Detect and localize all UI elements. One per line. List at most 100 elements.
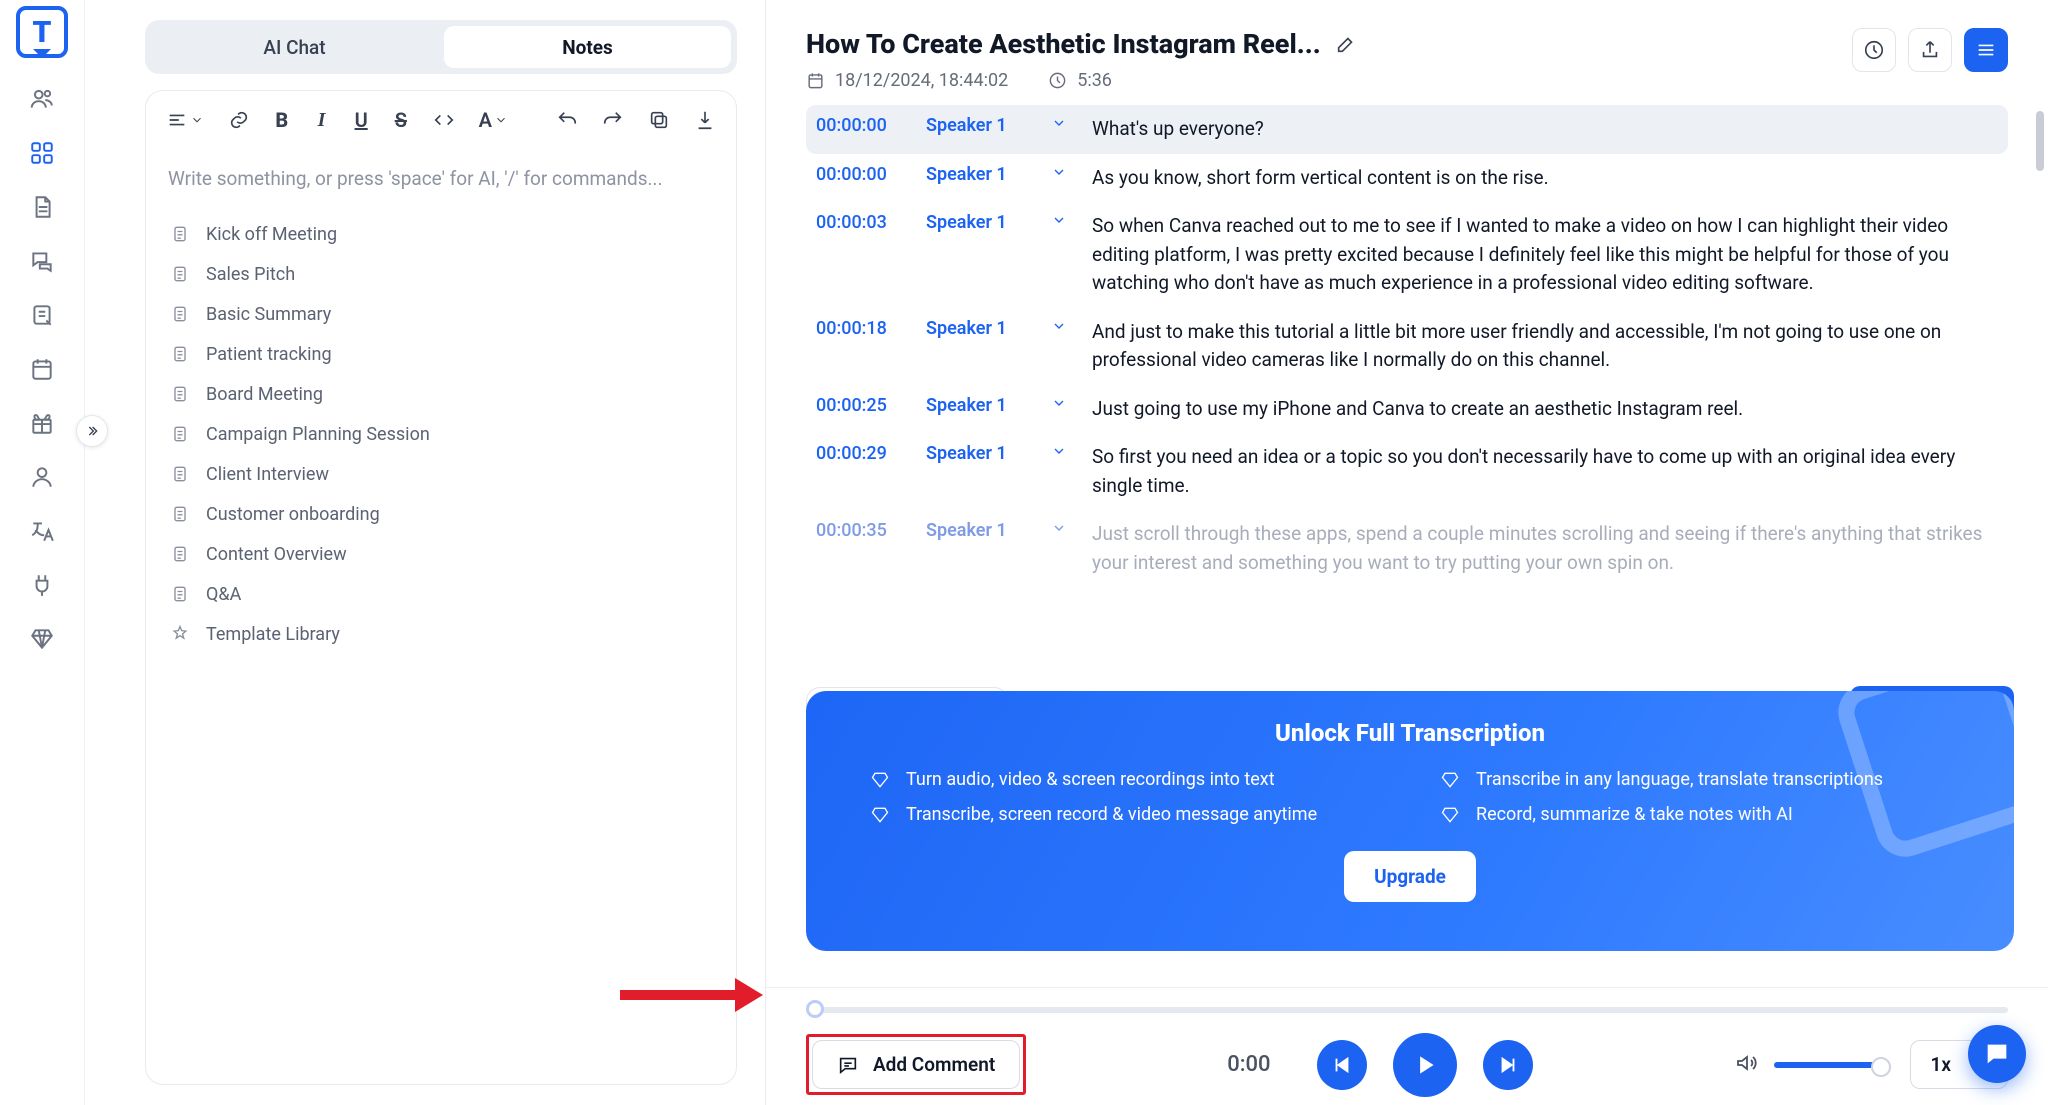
speaker-select[interactable]: Speaker 1 [926, 520, 1026, 577]
upgrade-button[interactable]: Upgrade [1344, 851, 1476, 902]
template-item[interactable]: Client Interview [156, 454, 726, 494]
link-tool[interactable] [228, 105, 250, 135]
notes-icon[interactable] [29, 302, 55, 328]
transcript-row[interactable]: 00:00:00 Speaker 1 What's up everyone? [806, 105, 2008, 154]
timestamp[interactable]: 00:00:35 [816, 520, 910, 577]
transcript-row[interactable]: 00:00:18 Speaker 1 And just to make this t… [806, 308, 2008, 385]
copy-tool[interactable] [648, 105, 670, 135]
plugin-icon[interactable] [29, 572, 55, 598]
edit-title-icon[interactable] [1335, 33, 1357, 55]
transcript-row[interactable]: 00:00:35 Speaker 1 Just scroll through the… [806, 510, 2008, 587]
unlock-banner: Unlock Full Transcription Turn audio, vi… [806, 691, 2014, 951]
template-label: Basic Summary [206, 304, 331, 325]
editor-placeholder[interactable]: Write something, or press 'space' for AI… [146, 149, 736, 208]
transcript-row[interactable]: 00:00:25Speaker 1Just going to use my iP… [806, 385, 2008, 434]
speaker-select[interactable]: Speaker 1 [926, 164, 1026, 193]
speaker-select[interactable]: Speaker 1 [926, 443, 1026, 500]
volume-icon[interactable] [1734, 1051, 1758, 1079]
bold-tool[interactable]: B [274, 105, 290, 135]
paragraph-menu[interactable] [166, 105, 204, 135]
download-notes-tool[interactable] [694, 105, 716, 135]
template-item[interactable]: Campaign Planning Session [156, 414, 726, 454]
scrollbar-thumb[interactable] [2036, 111, 2044, 171]
next-button[interactable] [1483, 1040, 1533, 1090]
template-item[interactable]: Sales Pitch [156, 254, 726, 294]
chevron-down-icon[interactable] [1042, 318, 1076, 375]
annotation-arrow [620, 980, 780, 1010]
chat-icon[interactable] [29, 248, 55, 274]
diamond-icon[interactable] [29, 626, 55, 652]
template-list: Kick off Meeting Sales Pitch Basic Summary… [146, 208, 736, 664]
template-label: Customer onboarding [206, 504, 380, 525]
template-item[interactable]: Template Library [156, 614, 726, 654]
speaker-select[interactable]: Speaker 1 [926, 318, 1026, 375]
transcript-text: Just scroll through these apps, spend a … [1092, 520, 1992, 577]
template-label: Sales Pitch [206, 264, 295, 285]
textcolor-tool[interactable]: A [479, 105, 508, 135]
add-comment-highlight: Add Comment [806, 1034, 1026, 1095]
calendar-icon[interactable] [29, 356, 55, 382]
chevron-down-icon[interactable] [1042, 395, 1076, 424]
transcript-text: What's up everyone? [1092, 115, 1992, 144]
editor-toolbar: B I U S A [146, 91, 736, 149]
timestamp[interactable]: 00:00:29 [816, 443, 910, 500]
template-label: Content Overview [206, 544, 347, 565]
gift-icon[interactable] [29, 410, 55, 436]
tab-ai-chat[interactable]: AI Chat [151, 26, 438, 68]
transcript-text: So when Canva reached out to me to see i… [1092, 212, 1992, 298]
app-logo: T [16, 6, 68, 58]
menu-button[interactable] [1964, 28, 2008, 72]
template-item[interactable]: Content Overview [156, 534, 726, 574]
language-icon[interactable] [29, 518, 55, 544]
prev-button[interactable] [1317, 1040, 1367, 1090]
timestamp[interactable]: 00:00:00 [816, 164, 910, 193]
progress-bar[interactable] [806, 994, 2008, 1024]
template-item[interactable]: Customer onboarding [156, 494, 726, 534]
page-title: How To Create Aesthetic Instagram Reel..… [806, 28, 1321, 60]
document-icon[interactable] [29, 194, 55, 220]
transcript-row[interactable]: 00:00:03Speaker 1 So when Canva reached o… [806, 202, 2008, 308]
speaker-select[interactable]: Speaker 1 [926, 212, 1026, 298]
add-comment-button[interactable]: Add Comment [812, 1040, 1020, 1089]
redo-tool[interactable] [602, 105, 624, 135]
template-label: Board Meeting [206, 384, 323, 405]
banner-title: Unlock Full Transcription [846, 719, 1974, 747]
profile-icon[interactable] [29, 464, 55, 490]
player-bar: Add Comment 0:00 1x [766, 987, 2048, 1105]
timestamp[interactable]: 00:00:18 [816, 318, 910, 375]
speaker-select[interactable]: Speaker 1 [926, 395, 1026, 424]
template-item[interactable]: Q&A [156, 574, 726, 614]
template-item[interactable]: Kick off Meeting [156, 214, 726, 254]
volume-control[interactable] [1734, 1051, 1884, 1079]
italic-tool[interactable]: I [314, 105, 330, 135]
transcript-text: And just to make this tutorial a little … [1092, 318, 1992, 375]
share-button[interactable] [1908, 28, 1952, 72]
tab-notes[interactable]: Notes [444, 26, 731, 68]
volume-slider[interactable] [1774, 1062, 1884, 1068]
transcript-row[interactable]: 00:00:29Speaker 1So first you need an id… [806, 433, 2008, 510]
template-item[interactable]: Basic Summary [156, 294, 726, 334]
timestamp[interactable]: 00:00:00 [816, 115, 910, 144]
chevron-down-icon[interactable] [1042, 164, 1076, 193]
chevron-down-icon[interactable] [1042, 520, 1076, 577]
play-button[interactable] [1393, 1033, 1457, 1097]
people-icon[interactable] [29, 86, 55, 112]
transcript-header: How To Create Aesthetic Instagram Reel..… [766, 0, 2048, 105]
template-item[interactable]: Board Meeting [156, 374, 726, 414]
template-item[interactable]: Patient tracking [156, 334, 726, 374]
strike-tool[interactable]: S [393, 105, 409, 135]
chevron-down-icon[interactable] [1042, 212, 1076, 298]
chevron-down-icon[interactable] [1042, 443, 1076, 500]
dashboard-icon[interactable] [29, 140, 55, 166]
underline-tool[interactable]: U [353, 105, 369, 135]
history-button[interactable] [1852, 28, 1896, 72]
code-tool[interactable] [433, 105, 455, 135]
chevron-down-icon[interactable] [1042, 115, 1076, 144]
speaker-select[interactable]: Speaker 1 [926, 115, 1026, 144]
chat-fab[interactable] [1968, 1025, 2026, 1083]
timestamp[interactable]: 00:00:25 [816, 395, 910, 424]
transcript-row[interactable]: 00:00:00Speaker 1As you know, short form… [806, 154, 2008, 203]
undo-tool[interactable] [556, 105, 578, 135]
template-label: Campaign Planning Session [206, 424, 430, 445]
timestamp[interactable]: 00:00:03 [816, 212, 910, 298]
